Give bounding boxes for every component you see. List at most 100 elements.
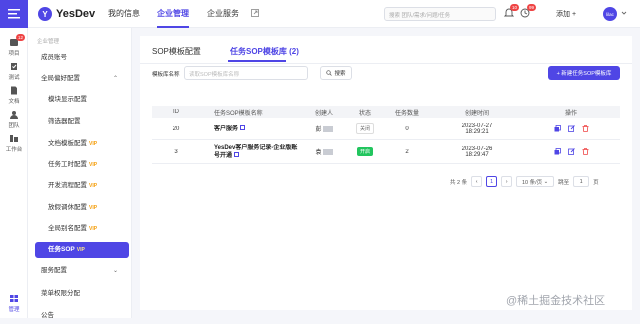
add-button[interactable]: 添加 + <box>556 9 576 19</box>
status-badge[interactable]: 开启 <box>356 147 373 156</box>
page-number[interactable]: 1 <box>486 176 498 187</box>
sidebar-section-title: 企业管理 <box>37 39 60 45</box>
sidebar-item-label: 放假调休配置 <box>48 204 87 211</box>
sidebar-item[interactable]: 筛选器配置 <box>28 114 132 130</box>
cell-actions <box>522 125 620 132</box>
sidebar-item-label: 菜单权限分配 <box>41 290 80 297</box>
pagination: 共 2 条 ‹ 1 › 10 条/页 ⌄ 跳至 1 页 <box>450 176 599 187</box>
tab-sop-template-library[interactable]: 任务SOP模板库 (2) <box>230 46 299 57</box>
main-panel: SOP模板配置 任务SOP模板库 (2) 模板库名称 读取SOP模板库名称 搜索… <box>140 36 632 310</box>
timer-badge: 99 <box>527 4 537 11</box>
sidebar-item[interactable]: 任务工时配置 VIP <box>28 157 132 173</box>
sidebar-item-label: 全局别名配置 <box>48 225 87 232</box>
cell-creator: 彭 <box>300 124 348 133</box>
avatar[interactable]: lilac <box>603 7 617 21</box>
jump-input[interactable]: 1 <box>573 176 590 187</box>
col-created-time: 创建时间 <box>464 110 489 117</box>
watermark: @稀土掘金技术社区 <box>506 295 606 307</box>
table-row[interactable]: 20 客户服务 彭 关闭 0 2023-07-27 18:29:21 <box>152 118 620 140</box>
cell-name[interactable]: 客户服务 <box>200 125 300 133</box>
nav-enterprise-service[interactable]: 企业服务 <box>207 0 239 28</box>
edit-icon[interactable] <box>567 148 575 155</box>
left-rail: 12 项目 测试 文档 团队 工作台 管理 <box>0 0 28 318</box>
sidebar: 企业管理 成员账号全局偏好配置 ⌃ 模块显示配置 筛选器配置文档模板配置 VIP 任务工时… <box>28 28 132 319</box>
vip-badge: VIP <box>89 205 98 211</box>
tab-sop-template-config[interactable]: SOP模板配置 <box>152 46 201 57</box>
rail-label: 管理 <box>8 307 20 313</box>
table-row[interactable]: 3 YesDev客户服务记录-企业版账号开通 袁 开启 2 2023-07-26 18:29… <box>152 140 620 164</box>
new-sop-library-button[interactable]: + 新建任务SOP模板库 <box>548 66 620 80</box>
page-suffix: 页 <box>593 179 599 186</box>
status-badge[interactable]: 关闭 <box>355 123 374 134</box>
rail-item-project[interactable]: 12 项目 <box>0 34 28 57</box>
copy-icon[interactable] <box>554 148 561 155</box>
creator-name: 袁 <box>315 150 322 156</box>
rail-label: 团队 <box>8 123 20 129</box>
sidebar-item[interactable]: 模块显示配置 <box>28 92 132 108</box>
cell-creator: 袁 <box>300 147 348 156</box>
notify-badge: 10 <box>510 4 520 11</box>
sidebar-item[interactable]: 全局偏好配置 ⌃ <box>28 71 132 87</box>
filter-label: 模板库名称 <box>152 72 180 78</box>
cell-status: 开启 <box>348 147 382 156</box>
sidebar-item[interactable]: 任务SOP VIP <box>35 242 129 258</box>
sidebar-item[interactable]: 放假调休配置 VIP <box>28 200 132 216</box>
nav-enterprise-manage[interactable]: 企业管理 <box>157 0 189 28</box>
menu-toggle[interactable] <box>0 0 28 28</box>
sidebar-item[interactable]: 文档模板配置 VIP <box>28 136 132 152</box>
vip-badge: VIP <box>89 162 98 168</box>
copy-icon[interactable] <box>554 125 561 132</box>
sidebar-item[interactable]: 菜单权限分配 <box>28 286 132 302</box>
rail-item-team[interactable]: 团队 <box>0 110 28 129</box>
chevron-down-icon[interactable] <box>621 10 627 16</box>
sidebar-item[interactable]: 公告 <box>28 308 132 324</box>
page-size-select[interactable]: 10 条/页 ⌄ <box>516 176 555 187</box>
search-icon <box>326 70 333 76</box>
created-clock: 18:29:21 <box>465 128 489 135</box>
sidebar-item-label: 全局偏好配置 <box>41 75 80 82</box>
next-page-button[interactable]: › <box>501 176 513 187</box>
prev-page-button[interactable]: ‹ <box>471 176 483 187</box>
rail-item-test[interactable]: 测试 <box>0 62 28 81</box>
template-name-input[interactable]: 读取SOP模板库名称 <box>184 66 308 80</box>
rail-label: 文档 <box>8 99 20 105</box>
sidebar-item[interactable]: 成员账号 <box>28 50 132 66</box>
menu-icon <box>8 9 20 19</box>
delete-icon[interactable] <box>582 125 589 132</box>
redacted-name <box>322 149 333 156</box>
cell-name[interactable]: YesDev客户服务记录-企业版账号开通 <box>200 144 300 160</box>
logo[interactable]: Y YesDev <box>38 7 95 21</box>
rail-item-docs[interactable]: 文档 <box>0 86 28 105</box>
col-id: ID <box>173 109 179 115</box>
sidebar-item[interactable]: 开发流程配置 VIP <box>28 178 132 194</box>
template-name-link[interactable]: YesDev客户服务记录-企业版账号开通 <box>214 145 297 159</box>
external-link-icon[interactable] <box>240 125 246 131</box>
delete-icon[interactable] <box>582 148 589 155</box>
search-button[interactable]: 搜索 <box>320 66 352 80</box>
vip-badge: VIP <box>89 141 98 147</box>
expand-chevron-icon[interactable]: ⌄ <box>113 263 118 279</box>
expand-chevron-icon[interactable]: ⌃ <box>113 71 118 87</box>
nav-my-info[interactable]: 我的信息 <box>108 0 140 28</box>
global-search-input[interactable]: 搜索 团队/需求/问题/任务 <box>384 7 496 21</box>
rail-item-manage[interactable]: 管理 <box>0 294 28 313</box>
col-task-count: 任务数量 <box>394 110 419 117</box>
jump-label: 跳至 <box>558 179 570 186</box>
rail-item-workbench[interactable]: 工作台 <box>0 134 28 153</box>
cell-created-time: 2023-07-26 18:29:47 <box>432 146 522 158</box>
cell-task-count: 0 <box>405 125 409 132</box>
rail-badge: 12 <box>15 34 25 41</box>
sidebar-item-label: 开发流程配置 <box>48 182 87 189</box>
col-name: 任务SOP模板名称 <box>214 110 263 117</box>
vip-badge: VIP <box>76 247 85 253</box>
sidebar-item[interactable]: 全局别名配置 VIP <box>28 221 132 237</box>
edit-icon[interactable] <box>567 125 575 132</box>
sidebar-item-label: 服务配置 <box>41 267 67 274</box>
external-link-icon[interactable] <box>251 9 259 17</box>
sidebar-item[interactable]: 服务配置 ⌄ <box>28 263 132 279</box>
rail-label: 工作台 <box>5 147 23 153</box>
template-name-link[interactable]: 客户服务 <box>214 126 238 132</box>
table-header: ID 任务SOP模板名称 创建人 状态 任务数量 创建时间 操作 <box>152 106 620 118</box>
col-actions: 操作 <box>564 110 577 117</box>
external-link-icon[interactable] <box>234 152 240 158</box>
